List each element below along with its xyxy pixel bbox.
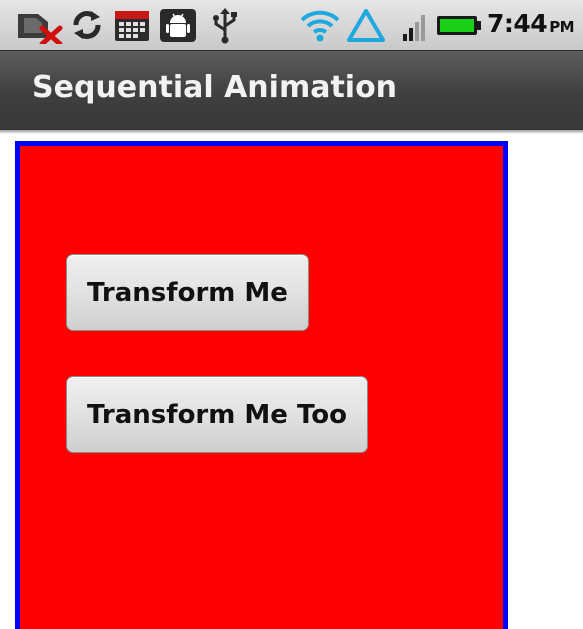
- wifi-icon: [300, 10, 340, 42]
- phone-screen: 7:44 PM Sequential Animation Transform Me…: [0, 0, 583, 629]
- app-title: Sequential Animation: [32, 70, 398, 105]
- title-bar-shadow: [0, 130, 583, 134]
- android-debug-icon: [160, 9, 196, 42]
- clock: 7:44 PM: [487, 9, 575, 38]
- clock-time: 7:44: [487, 9, 548, 38]
- app-title-bar: Sequential Animation: [0, 50, 583, 130]
- calendar-icon: [115, 11, 149, 41]
- transform-me-button[interactable]: Transform Me: [66, 254, 309, 331]
- signal-strength-icon: [403, 15, 425, 41]
- sync-icon: [73, 11, 101, 39]
- usb-icon: [213, 8, 237, 44]
- warning-triangle-icon: [347, 9, 385, 42]
- transform-me-too-button[interactable]: Transform Me Too: [66, 376, 368, 453]
- no-sim-icon: [18, 14, 63, 44]
- clock-ampm: PM: [549, 18, 575, 36]
- battery-icon: [437, 16, 481, 35]
- status-bar: 7:44 PM: [0, 0, 583, 50]
